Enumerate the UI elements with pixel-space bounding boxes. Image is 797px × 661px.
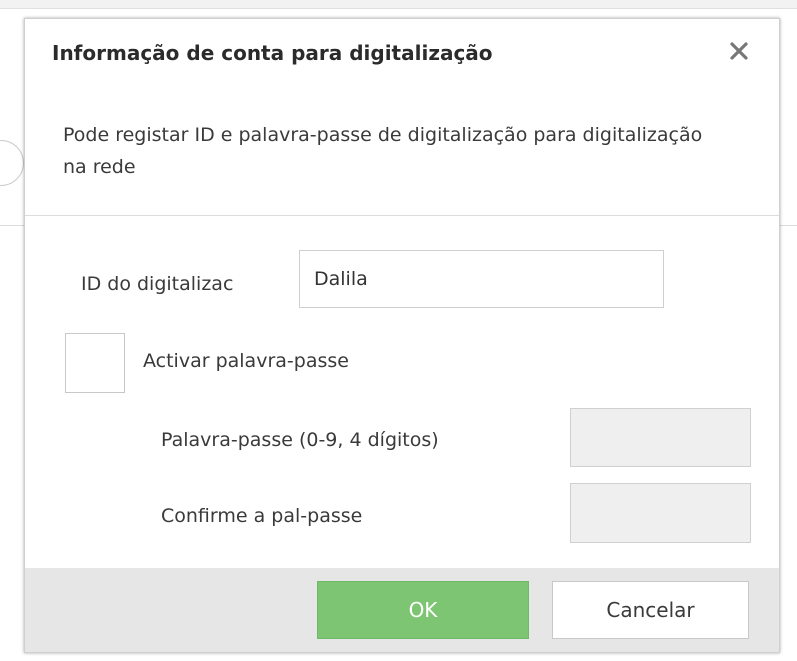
- background-divider-right: [780, 225, 797, 226]
- dialog-divider: [25, 215, 779, 216]
- password-label: Palavra-passe (0-9, 4 dígitos): [161, 429, 439, 451]
- dialog-footer: OK Cancelar: [25, 568, 779, 652]
- confirm-password-input[interactable]: [570, 483, 751, 543]
- background-circle-control: [0, 140, 24, 186]
- dialog-title: Informação de conta para digitalização: [52, 41, 493, 65]
- confirm-password-label: Confirme a pal-passe: [161, 505, 363, 527]
- background-top-bar: [0, 0, 797, 9]
- password-input[interactable]: [570, 408, 751, 467]
- close-icon: [730, 42, 748, 60]
- ok-button[interactable]: OK: [317, 581, 529, 639]
- cancel-button[interactable]: Cancelar: [552, 581, 749, 639]
- scan-account-dialog: Informação de conta para digitalização P…: [24, 18, 780, 653]
- dialog-header: Informação de conta para digitalização: [25, 19, 779, 99]
- close-button[interactable]: [721, 33, 757, 69]
- background-divider: [0, 225, 24, 226]
- scanner-id-input[interactable]: [299, 250, 664, 308]
- enable-password-checkbox[interactable]: [65, 333, 125, 393]
- dialog-description: Pode registar ID e palavra-passe de digi…: [63, 124, 703, 178]
- enable-password-label: Activar palavra-passe: [143, 350, 349, 372]
- scanner-id-label: ID do digitalizac: [81, 273, 234, 295]
